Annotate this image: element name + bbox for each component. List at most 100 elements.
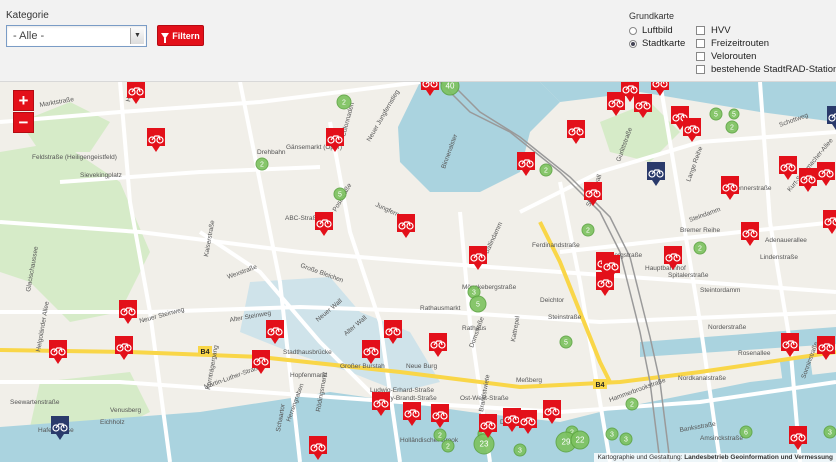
basemap-option-label: Luftbild <box>642 25 673 36</box>
cluster-marker[interactable]: 2 <box>255 157 269 171</box>
cluster-marker[interactable]: 3 <box>605 427 619 441</box>
bike-station-marker[interactable] <box>115 336 133 360</box>
street-label: Venusberg <box>110 407 141 414</box>
zoom-out-button[interactable]: − <box>13 112 34 133</box>
street-label: Lange Reihe <box>685 145 704 182</box>
cluster-marker[interactable]: 40 <box>440 82 460 96</box>
filter-panel: Kategorie - Alle - ▼ Filtern Grundkarte … <box>0 0 836 82</box>
cluster-marker[interactable]: 2 <box>433 428 447 442</box>
street-label: Neuer Steinweg <box>139 306 186 325</box>
checkbox-velorouten[interactable] <box>696 52 705 61</box>
cluster-marker[interactable]: 3 <box>823 425 836 439</box>
cluster-count: 3 <box>610 432 614 439</box>
cluster-count: 3 <box>472 290 476 297</box>
bike-station-marker[interactable] <box>397 214 415 238</box>
cluster-count: 2 <box>260 162 264 169</box>
cluster-marker[interactable]: 22 <box>570 430 590 450</box>
cluster-count: 5 <box>338 192 342 199</box>
special-station-marker[interactable] <box>647 162 665 186</box>
bike-station-marker[interactable] <box>823 210 836 234</box>
route-label: B4 <box>201 349 210 356</box>
bike-station-marker[interactable] <box>781 333 799 357</box>
street-label: Rathausmarkt <box>420 305 461 312</box>
cluster-marker[interactable]: 3 <box>619 432 633 446</box>
cluster-marker[interactable]: 2 <box>693 241 707 255</box>
funnel-icon <box>161 32 170 43</box>
filter-button[interactable]: Filtern <box>157 25 204 46</box>
street-label: Kattrepel <box>510 315 522 342</box>
attribution-prefix: Kartographie und Gestaltung: <box>597 454 685 461</box>
street-label: Neue Burg <box>406 363 437 370</box>
layer-velorouten[interactable]: Velorouten <box>696 51 756 62</box>
zoom-in-button[interactable]: + <box>13 90 34 111</box>
bike-station-marker[interactable] <box>721 176 739 200</box>
cluster-count: 29 <box>562 438 571 447</box>
street-label: Bremer Reihe <box>680 227 720 234</box>
cluster-count: 6 <box>744 430 748 437</box>
cluster-marker[interactable]: 2 <box>625 397 639 411</box>
layer-freizeitrouten[interactable]: Freizeitrouten <box>696 38 769 49</box>
street-label: Spitalerstraße <box>668 272 709 279</box>
cluster-count: 5 <box>564 340 568 347</box>
bike-station-marker[interactable] <box>315 212 333 236</box>
street-label: Neuer Jungfernstieg <box>366 88 402 143</box>
cluster-marker[interactable]: 3 <box>513 443 527 457</box>
category-select[interactable]: - Alle - ▼ <box>6 25 147 47</box>
special-station-marker[interactable] <box>827 106 836 130</box>
cluster-marker[interactable]: 5 <box>333 187 347 201</box>
bike-station-marker[interactable] <box>543 400 561 424</box>
street-label: Hauptbahnhof <box>645 265 686 272</box>
cluster-marker[interactable]: 5 <box>728 108 740 120</box>
cluster-marker[interactable]: 5 <box>469 295 487 313</box>
cluster-count: 2 <box>544 168 548 175</box>
street-label: Rosenallee <box>738 350 771 357</box>
bike-station-marker[interactable] <box>817 162 835 186</box>
cluster-count: 3 <box>518 448 522 455</box>
radio-aerial[interactable] <box>629 26 637 35</box>
cluster-marker[interactable]: 23 <box>473 433 495 455</box>
cluster-marker[interactable]: 2 <box>581 223 595 237</box>
cluster-marker[interactable]: 5 <box>709 107 723 121</box>
street-label: Ferdinandstraße <box>532 242 580 249</box>
cluster-marker[interactable]: 2 <box>441 439 455 453</box>
bike-station-marker[interactable] <box>119 300 137 324</box>
cluster-marker[interactable]: 5 <box>559 335 573 349</box>
radio-citymap[interactable] <box>629 39 637 48</box>
bike-station-marker[interactable] <box>49 340 67 364</box>
street-label: Amsinckstraße <box>700 435 743 442</box>
bike-station-marker[interactable] <box>567 120 585 144</box>
cluster-marker[interactable]: 2 <box>539 163 553 177</box>
basemap-title: Grundkarte <box>629 11 675 21</box>
checkbox-freizeitrouten[interactable] <box>696 39 705 48</box>
checkbox-hvv[interactable] <box>696 26 705 35</box>
cluster-count: 2 <box>438 433 442 440</box>
chevron-down-icon[interactable]: ▼ <box>130 28 144 44</box>
bike-station-marker[interactable] <box>741 222 759 246</box>
layer-stadtrad[interactable]: bestehende StadtRAD-Stationen <box>696 64 836 75</box>
map-svg: MarktstraßeHolstenwallFeldstraße (Heilig… <box>0 82 836 462</box>
cluster-count: 40 <box>446 82 455 91</box>
cluster-count: 2 <box>630 402 634 409</box>
basemap-option-citymap[interactable]: Stadtkarte <box>629 38 685 49</box>
bike-station-marker[interactable] <box>147 128 165 152</box>
checkbox-stadtrad[interactable] <box>696 65 705 74</box>
bike-station-marker[interactable] <box>517 152 535 176</box>
cluster-count: 3 <box>624 437 628 444</box>
bike-station-marker[interactable] <box>799 168 817 192</box>
cluster-marker[interactable]: 2 <box>725 120 739 134</box>
street-label: Nordkanalstraße <box>678 375 726 382</box>
street-label: Steintordamm <box>700 287 740 294</box>
bike-station-marker[interactable] <box>683 118 701 142</box>
cluster-count: 2 <box>342 100 346 107</box>
street-label: Helgoländer Allee <box>35 301 51 353</box>
map-canvas[interactable]: MarktstraßeHolstenwallFeldstraße (Heilig… <box>0 82 836 462</box>
cluster-marker[interactable]: 2 <box>336 94 352 110</box>
bike-station-marker[interactable] <box>429 333 447 357</box>
bike-station-marker[interactable] <box>779 156 797 180</box>
basemap-option-aerial[interactable]: Luftbild <box>629 25 673 36</box>
cluster-count: 23 <box>480 440 489 449</box>
map-attribution: Kartographie und Gestaltung: Landesbetri… <box>594 453 836 462</box>
cluster-marker[interactable]: 6 <box>739 425 753 439</box>
layer-hvv[interactable]: HVV <box>696 25 731 36</box>
street-label: Feldstraße (Heiligengeistfeld) <box>32 154 117 161</box>
